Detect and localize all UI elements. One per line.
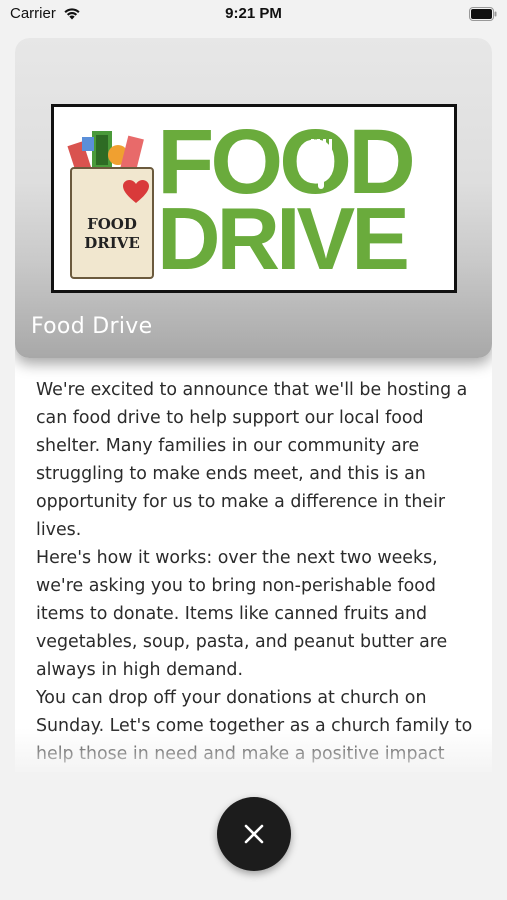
bag-label-line2: DRIVE xyxy=(84,234,140,252)
bag-label: FOOD DRIVE xyxy=(72,215,152,253)
status-bar: Carrier 9:21 PM xyxy=(0,0,507,30)
scroll-fade xyxy=(15,728,492,798)
close-button[interactable] xyxy=(217,797,291,871)
logo-word-drive: DRIVE xyxy=(157,189,410,288)
bag-label-line1: FOOD xyxy=(87,215,137,233)
article-body: We're excited to announce that we'll be … xyxy=(36,376,478,768)
heart-icon xyxy=(123,180,149,203)
hero-banner: FOOD DRIVE FOOD DRIVE Food Drive xyxy=(15,38,492,358)
food-drive-logo: FOOD DRIVE FOOD DRIVE xyxy=(51,104,457,293)
battery-icon xyxy=(469,7,497,21)
announcement-card: FOOD DRIVE FOOD DRIVE Food Drive We're e… xyxy=(15,38,492,798)
article-paragraph: We're excited to announce that we'll be … xyxy=(36,380,468,540)
status-time: 9:21 PM xyxy=(225,5,282,22)
fork-icon xyxy=(311,139,332,189)
close-icon xyxy=(244,824,264,844)
article-paragraph: Here's how it works: over the next two w… xyxy=(36,548,448,680)
page-title: Food Drive xyxy=(31,314,153,339)
grocery-bag: FOOD DRIVE xyxy=(70,167,154,279)
